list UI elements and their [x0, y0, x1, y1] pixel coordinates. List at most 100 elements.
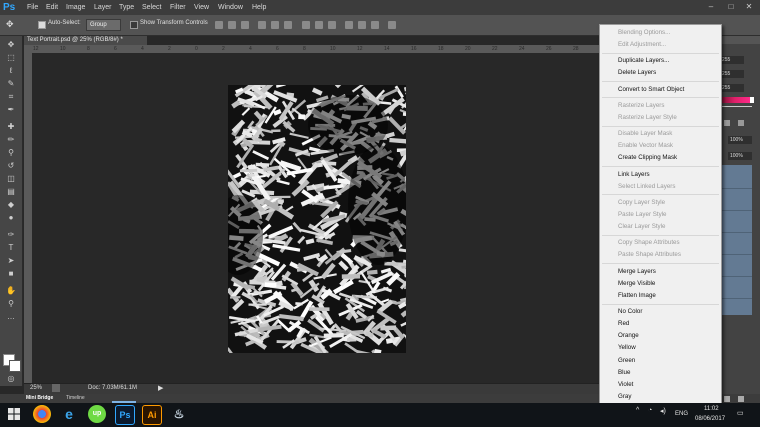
- distribute-hcenter-icon[interactable]: [358, 21, 366, 29]
- menu-item-convert-to-smart-object[interactable]: Convert to Smart Object: [618, 84, 684, 96]
- marquee-tool-icon[interactable]: ⬚: [5, 53, 17, 63]
- quick-select-tool-icon[interactable]: ✎: [5, 79, 17, 89]
- menu-filter[interactable]: Filter: [170, 0, 186, 15]
- menu-item-violet[interactable]: Violet: [618, 379, 633, 391]
- status-info-icon[interactable]: [52, 384, 60, 392]
- align-bottom-icon[interactable]: [241, 21, 249, 29]
- clock-time[interactable]: 11:02: [704, 406, 719, 412]
- auto-select-checkbox[interactable]: [38, 21, 46, 29]
- clone-stamp-tool-icon[interactable]: ⚲: [5, 148, 17, 158]
- internet-explorer-icon[interactable]: e: [60, 405, 78, 423]
- move-tool-icon[interactable]: ✥: [6, 19, 20, 29]
- eraser-tool-icon[interactable]: ◫: [5, 174, 17, 184]
- color-value-r[interactable]: 255: [720, 56, 744, 64]
- background-color-swatch[interactable]: [9, 360, 21, 372]
- notifications-icon[interactable]: ▭: [737, 409, 744, 417]
- shape-tool-icon[interactable]: ■: [5, 269, 17, 279]
- close-icon[interactable]: ✕: [744, 1, 754, 12]
- opacity-field[interactable]: 100%: [728, 136, 752, 144]
- adjustment-mask-icon[interactable]: [738, 120, 744, 126]
- menu-select[interactable]: Select: [142, 0, 161, 15]
- volume-icon[interactable]: ◂): [660, 407, 666, 415]
- color-spectrum[interactable]: [720, 97, 750, 103]
- more-tools-icon[interactable]: …: [5, 312, 17, 322]
- maximize-icon[interactable]: □: [726, 1, 736, 12]
- menu-item-green[interactable]: Green: [618, 355, 635, 367]
- distribute-bottom-icon[interactable]: [328, 21, 336, 29]
- illustrator-icon[interactable]: Ai: [142, 405, 162, 425]
- zoom-tool-icon[interactable]: ⚲: [5, 299, 17, 309]
- status-menu-arrow-icon[interactable]: ▶: [158, 384, 163, 392]
- menu-item-no-color[interactable]: No Color: [618, 306, 642, 318]
- path-selection-tool-icon[interactable]: ➤: [5, 256, 17, 266]
- color-value-g[interactable]: 255: [720, 70, 744, 78]
- windows-start-icon[interactable]: [8, 408, 20, 420]
- menu-item-red[interactable]: Red: [618, 318, 629, 330]
- menu-file[interactable]: File: [27, 0, 38, 15]
- healing-brush-tool-icon[interactable]: ✚: [5, 122, 17, 132]
- menu-item-merge-visible[interactable]: Merge Visible: [618, 278, 655, 290]
- menu-image[interactable]: Image: [66, 0, 85, 15]
- photoshop-icon[interactable]: Ps: [115, 405, 135, 425]
- blur-tool-icon[interactable]: ◆: [5, 200, 17, 210]
- menu-item-create-clipping-mask[interactable]: Create Clipping Mask: [618, 152, 677, 164]
- zoom-level[interactable]: 25%: [30, 385, 42, 391]
- distribute-vcenter-icon[interactable]: [315, 21, 323, 29]
- color-white-swatch[interactable]: [750, 97, 754, 103]
- history-brush-tool-icon[interactable]: ↺: [5, 161, 17, 171]
- clock-date[interactable]: 08/06/2017: [695, 416, 725, 422]
- align-left-icon[interactable]: [258, 21, 266, 29]
- distribute-top-icon[interactable]: [302, 21, 310, 29]
- text-portrait-artwork[interactable]: [228, 85, 406, 353]
- show-transform-checkbox[interactable]: [130, 21, 138, 29]
- menu-item-blue[interactable]: Blue: [618, 367, 630, 379]
- menu-item-orange[interactable]: Orange: [618, 330, 639, 342]
- menu-type[interactable]: Type: [119, 0, 134, 15]
- brush-tool-icon[interactable]: ✏: [5, 135, 17, 145]
- menu-layer[interactable]: Layer: [94, 0, 112, 15]
- align-right-icon[interactable]: [284, 21, 292, 29]
- tray-chevron-icon[interactable]: ^: [636, 407, 639, 414]
- align-vcenter-icon[interactable]: [228, 21, 236, 29]
- pen-tool-icon[interactable]: ✑: [5, 230, 17, 240]
- menu-item-duplicate-layers[interactable]: Duplicate Layers...: [618, 55, 669, 67]
- lasso-tool-icon[interactable]: ℓ: [5, 66, 17, 76]
- auto-select-dropdown[interactable]: Group: [86, 19, 121, 31]
- menu-edit[interactable]: Edit: [46, 0, 58, 15]
- eyedropper-tool-icon[interactable]: ✒: [5, 105, 17, 115]
- menu-view[interactable]: View: [194, 0, 209, 15]
- new-layer-icon[interactable]: [724, 396, 730, 402]
- wifi-icon[interactable]: ◔: [648, 407, 652, 414]
- tab-timeline[interactable]: Timeline: [66, 394, 85, 403]
- crop-tool-icon[interactable]: ⌗: [5, 92, 17, 102]
- chrome-icon[interactable]: [33, 405, 51, 423]
- menu-item-merge-layers[interactable]: Merge Layers: [618, 266, 656, 278]
- upwork-icon[interactable]: up: [88, 405, 106, 423]
- tab-mini-bridge[interactable]: Mini Bridge: [26, 394, 53, 403]
- type-tool-icon[interactable]: T: [5, 243, 17, 253]
- steam-icon[interactable]: ♨: [170, 405, 188, 423]
- gradient-tool-icon[interactable]: ▤: [5, 187, 17, 197]
- auto-align-icon[interactable]: [388, 21, 396, 29]
- hand-tool-icon[interactable]: ✋: [5, 286, 17, 296]
- menu-help[interactable]: Help: [252, 0, 266, 15]
- move-tool-icon[interactable]: ✥: [5, 40, 17, 50]
- menu-item-yellow[interactable]: Yellow: [618, 342, 636, 354]
- minimize-icon[interactable]: –: [706, 1, 716, 12]
- distribute-left-icon[interactable]: [345, 21, 353, 29]
- trash-icon[interactable]: [738, 396, 744, 402]
- menu-item-gray[interactable]: Gray: [618, 391, 631, 403]
- language-indicator[interactable]: ENG: [675, 411, 688, 417]
- align-top-icon[interactable]: [215, 21, 223, 29]
- color-value-b[interactable]: 255: [720, 84, 744, 92]
- menu-window[interactable]: Window: [218, 0, 243, 15]
- adjustments-icon[interactable]: [724, 120, 730, 126]
- fill-field[interactable]: 100%: [728, 152, 752, 160]
- menu-item-flatten-image[interactable]: Flatten Image: [618, 290, 656, 302]
- distribute-right-icon[interactable]: [371, 21, 379, 29]
- quick-mask-icon[interactable]: ◎: [5, 374, 17, 384]
- document-tab[interactable]: Text Portrait.psd @ 25% (RGB/8#) *: [24, 36, 147, 45]
- menu-item-link-layers[interactable]: Link Layers: [618, 169, 650, 181]
- menu-item-delete-layers[interactable]: Delete Layers: [618, 67, 656, 79]
- align-hcenter-icon[interactable]: [271, 21, 279, 29]
